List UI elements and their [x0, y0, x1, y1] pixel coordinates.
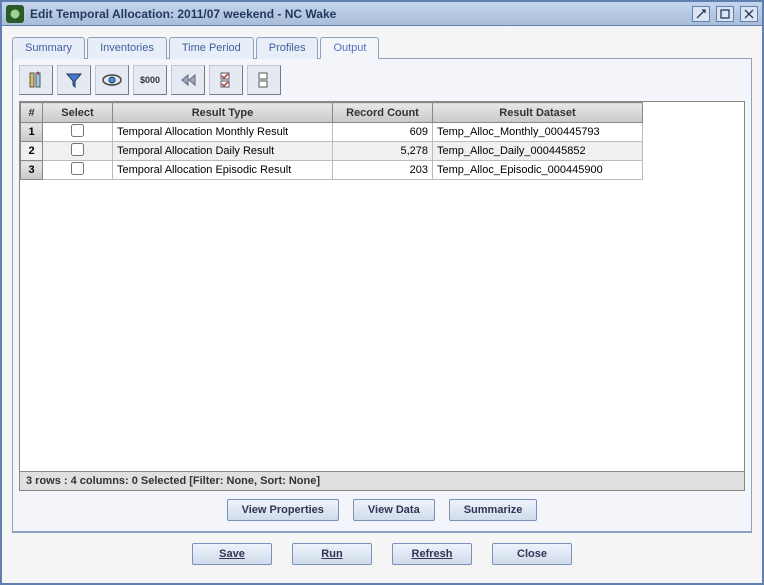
check-all-icon[interactable]: [209, 65, 243, 95]
row-count: 5,278: [333, 142, 433, 161]
table-row[interactable]: 3 Temporal Allocation Episodic Result 20…: [21, 161, 643, 180]
view-icon[interactable]: [95, 65, 129, 95]
row-select[interactable]: [43, 123, 113, 142]
row-select[interactable]: [43, 161, 113, 180]
columns-icon[interactable]: [19, 65, 53, 95]
restore-icon[interactable]: [692, 6, 710, 22]
row-checkbox[interactable]: [71, 143, 84, 156]
tabstrip: Summary Inventories Time Period Profiles…: [12, 36, 752, 59]
tab-profiles[interactable]: Profiles: [256, 37, 319, 59]
row-type: Temporal Allocation Monthly Result: [113, 123, 333, 142]
status-bar: 3 rows : 4 columns: 0 Selected [Filter: …: [19, 472, 745, 491]
format-icon[interactable]: $000: [133, 65, 167, 95]
tab-output[interactable]: Output: [320, 37, 379, 59]
results-table-wrapper[interactable]: # Select Result Type Record Count Result…: [19, 101, 745, 472]
row-type: Temporal Allocation Episodic Result: [113, 161, 333, 180]
summarize-button[interactable]: Summarize: [449, 499, 538, 521]
uncheck-all-icon[interactable]: [247, 65, 281, 95]
save-button[interactable]: Save: [192, 543, 272, 565]
filter-icon[interactable]: [57, 65, 91, 95]
row-select[interactable]: [43, 142, 113, 161]
tab-time-period[interactable]: Time Period: [169, 37, 254, 59]
run-button[interactable]: Run: [292, 543, 372, 565]
row-count: 203: [333, 161, 433, 180]
row-count: 609: [333, 123, 433, 142]
close-icon[interactable]: [740, 6, 758, 22]
col-result-dataset[interactable]: Result Dataset: [433, 103, 643, 123]
window-controls: [692, 6, 758, 22]
panel-button-row: View Properties View Data Summarize: [19, 491, 745, 525]
table-row[interactable]: 1 Temporal Allocation Monthly Result 609…: [21, 123, 643, 142]
window-title: Edit Temporal Allocation: 2011/07 weeken…: [30, 7, 692, 21]
col-result-type[interactable]: Result Type: [113, 103, 333, 123]
row-number: 3: [21, 161, 43, 180]
first-icon[interactable]: [171, 65, 205, 95]
row-number: 2: [21, 142, 43, 161]
toolbar: $000: [19, 65, 745, 95]
tab-panel-output: $000 # Select Result Ty: [12, 59, 752, 532]
titlebar: Edit Temporal Allocation: 2011/07 weeken…: [2, 2, 762, 26]
row-type: Temporal Allocation Daily Result: [113, 142, 333, 161]
row-dataset: Temp_Alloc_Episodic_000445900: [433, 161, 643, 180]
row-checkbox[interactable]: [71, 124, 84, 137]
table-row[interactable]: 2 Temporal Allocation Daily Result 5,278…: [21, 142, 643, 161]
view-data-button[interactable]: View Data: [353, 499, 435, 521]
col-record-count[interactable]: Record Count: [333, 103, 433, 123]
content-area: Summary Inventories Time Period Profiles…: [2, 26, 762, 583]
app-icon: [6, 5, 24, 23]
window-frame: Edit Temporal Allocation: 2011/07 weeken…: [0, 0, 764, 585]
results-table: # Select Result Type Record Count Result…: [20, 102, 643, 180]
col-num[interactable]: #: [21, 103, 43, 123]
tab-summary[interactable]: Summary: [12, 37, 85, 59]
tab-inventories[interactable]: Inventories: [87, 37, 167, 59]
view-properties-button[interactable]: View Properties: [227, 499, 339, 521]
row-number: 1: [21, 123, 43, 142]
maximize-icon[interactable]: [716, 6, 734, 22]
close-button[interactable]: Close: [492, 543, 572, 565]
table-header-row: # Select Result Type Record Count Result…: [21, 103, 643, 123]
col-select[interactable]: Select: [43, 103, 113, 123]
row-dataset: Temp_Alloc_Daily_000445852: [433, 142, 643, 161]
refresh-button[interactable]: Refresh: [392, 543, 472, 565]
row-dataset: Temp_Alloc_Monthly_000445793: [433, 123, 643, 142]
row-checkbox[interactable]: [71, 162, 84, 175]
bottom-button-row: Save Run Refresh Close: [12, 532, 752, 573]
